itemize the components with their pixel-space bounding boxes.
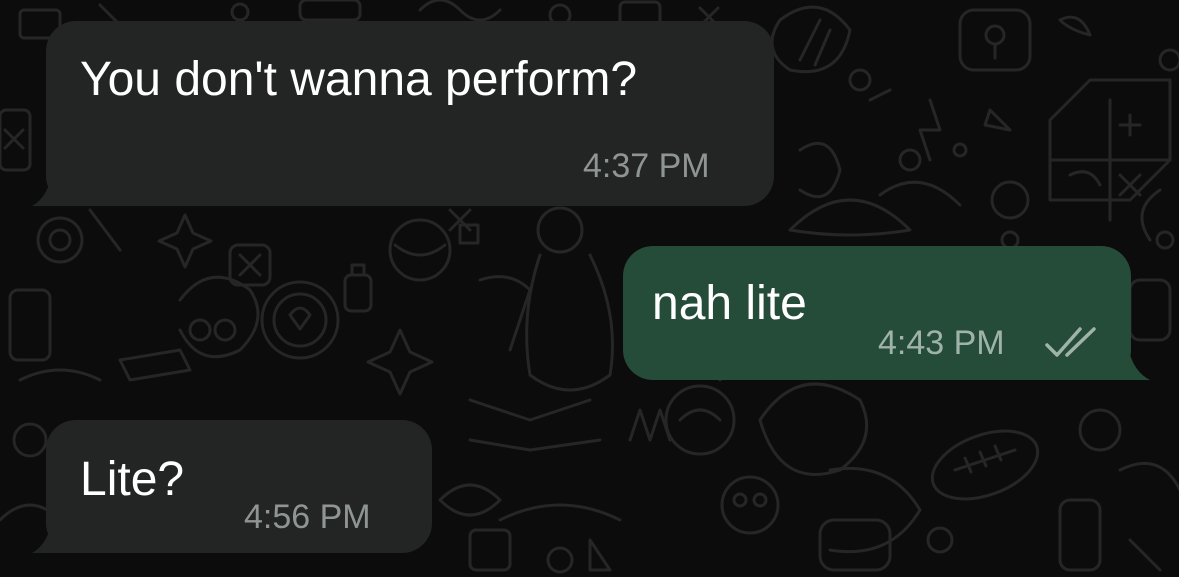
- message-timestamp: 4:56 PM: [244, 498, 371, 536]
- chat-view: You don't wanna perform? 4:37 PM nah lit…: [0, 0, 1179, 577]
- double-check-icon: [1045, 327, 1096, 357]
- message-text: nah lite: [652, 277, 807, 330]
- message-timestamp: 4:43 PM: [878, 324, 1005, 362]
- message-text: You don't wanna perform?: [80, 53, 638, 106]
- message-timestamp: 4:37 PM: [583, 147, 710, 185]
- message-text: Lite?: [80, 453, 185, 506]
